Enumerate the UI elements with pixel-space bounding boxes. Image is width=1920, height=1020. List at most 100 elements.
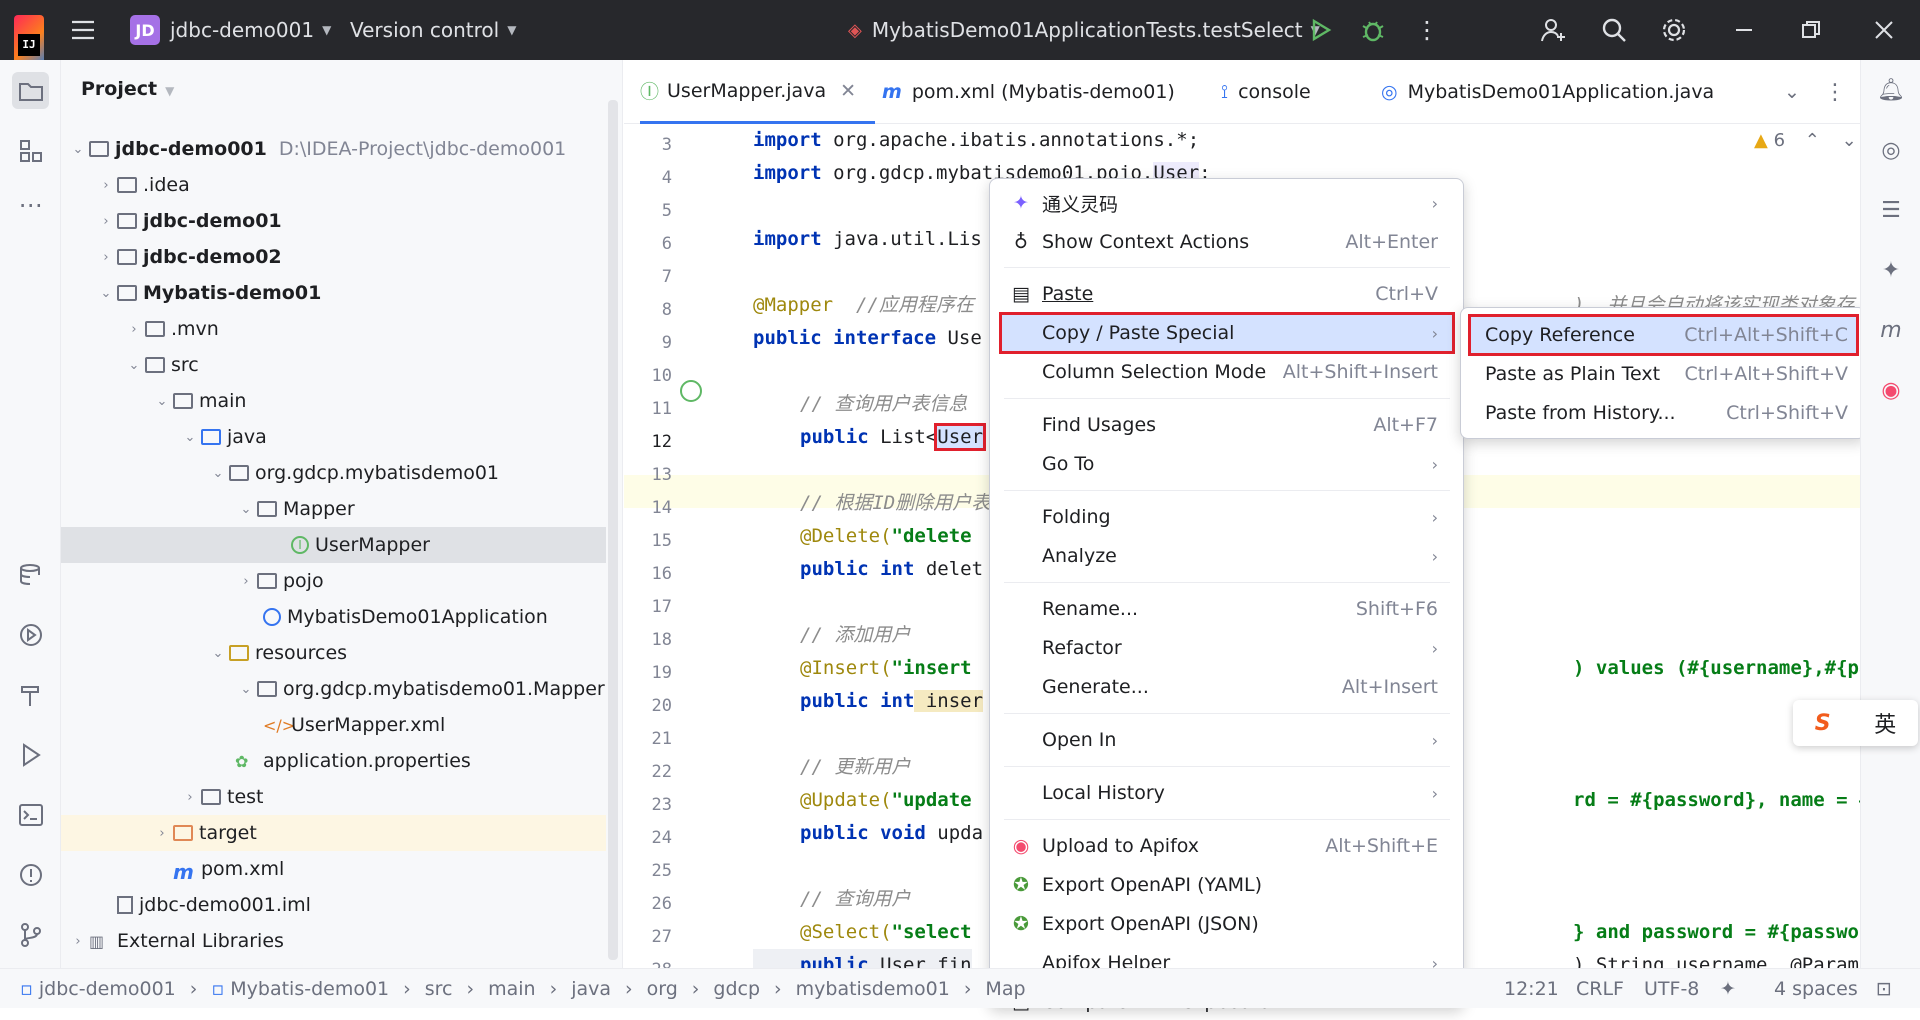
caret-position[interactable]: 12:21 [1504, 969, 1559, 1009]
menu-item-go-to[interactable]: Go To › [1002, 446, 1452, 482]
tongyi-icon[interactable]: ✦ [1875, 254, 1907, 286]
menu-item-folding[interactable]: Folding › [1002, 499, 1452, 535]
menu-item-paste[interactable]: ▤ Paste Ctrl+V [1002, 276, 1452, 312]
menu-item-analyze[interactable]: Analyze › [1002, 538, 1452, 574]
maven-icon[interactable]: m [1875, 314, 1907, 346]
project-switcher[interactable]: JD jdbc-demo001 ▼ [130, 0, 331, 60]
ai-assistant-icon[interactable]: ◎ [1875, 134, 1907, 166]
readonly-lock-icon[interactable]: ⊡ [1876, 969, 1892, 1009]
main-menu-button[interactable] [70, 0, 96, 60]
breadcrumb-item[interactable]: Mybatis-demo01 [230, 978, 389, 1000]
structure-tool-button[interactable] [12, 132, 49, 169]
run-config-selector[interactable]: ◈ MybatisDemo01ApplicationTests.testSele… [848, 0, 1320, 60]
breadcrumb-item[interactable]: gdcp [713, 978, 760, 1000]
tree-item[interactable]: ⌄ org.gdcp.mybatisdemo01 [61, 455, 606, 491]
restore-button[interactable] [1800, 0, 1822, 60]
tree-item[interactable]: ⌄ jdbc-demo001 D:\IDEA-Project\jdbc-demo00… [61, 131, 606, 167]
tab-application[interactable]: ◎ MybatisDemo01Application.java [1381, 60, 1714, 124]
debug-button[interactable] [1360, 0, 1386, 60]
tree-item[interactable]: › target [61, 815, 606, 851]
tabs-dropdown[interactable]: ⌄ [1784, 60, 1800, 124]
breadcrumb-item[interactable]: jdbc-demo001 [39, 978, 176, 1000]
breadcrumb-item[interactable]: Map [985, 978, 1025, 1000]
project-tool-button[interactable] [12, 72, 49, 109]
apifox-icon[interactable]: ◉ [1875, 374, 1907, 406]
git-tool-button[interactable] [12, 916, 49, 953]
tree-item[interactable]: ⌄ src [61, 347, 606, 383]
line-separator[interactable]: CRLF [1576, 969, 1624, 1009]
menu-item-column-selection[interactable]: Column Selection Mode Alt+Shift+Insert [1002, 354, 1452, 390]
notifications-icon[interactable]: 🔔︎ [1875, 74, 1907, 106]
services-tool-button[interactable] [12, 616, 49, 653]
menu-item-paste-plain-text[interactable]: Paste as Plain Text Ctrl+Alt+Shift+V [1471, 356, 1856, 392]
build-tool-button[interactable] [12, 676, 49, 713]
tree-item[interactable]: › test [61, 779, 606, 815]
database-icon[interactable]: ☰ [1875, 194, 1907, 226]
tree-item[interactable]: › jdbc-demo01 [61, 203, 606, 239]
run-button[interactable] [1310, 0, 1332, 60]
tab-pom[interactable]: m pom.xml (Mybatis-demo01) [882, 60, 1175, 124]
tree-item[interactable]: ⌄ resources [61, 635, 606, 671]
close-button[interactable] [1873, 0, 1895, 60]
menu-item-generate[interactable]: Generate... Alt+Insert [1002, 669, 1452, 705]
add-user-button[interactable] [1540, 0, 1568, 60]
tree-item[interactable]: MybatisDemo01Application [61, 599, 606, 635]
vcs-menu[interactable]: Version control ▼ [350, 0, 516, 60]
run-tool-button[interactable] [12, 736, 49, 773]
close-tab-icon[interactable]: ✕ [840, 80, 856, 102]
database-tool-button[interactable] [12, 556, 49, 593]
menu-item-export-yaml[interactable]: ✪ Export OpenAPI (YAML) [1002, 867, 1452, 903]
tree-item[interactable]: jdbc-demo001.iml [61, 887, 606, 923]
tree-item[interactable]: m pom.xml [61, 851, 606, 887]
menu-item-open-in[interactable]: Open In › [1002, 722, 1452, 758]
terminal-tool-button[interactable] [12, 796, 49, 833]
menu-item-copy-paste-special[interactable]: Copy / Paste Special › [999, 312, 1455, 354]
tree-scrollbar[interactable] [608, 100, 618, 960]
menu-item-show-context-actions[interactable]: ♁ Show Context Actions Alt+Enter [1002, 224, 1452, 260]
project-panel-header[interactable]: Project ▼ [81, 78, 174, 100]
breadcrumb-item[interactable]: org [647, 978, 678, 1000]
tree-item[interactable]: ⌄ Mybatis-demo01 [61, 275, 606, 311]
more-icon[interactable]: ⋮ [1415, 0, 1439, 60]
problems-tool-button[interactable] [12, 856, 49, 893]
tongyi-status-icon[interactable]: ✦ [1720, 969, 1736, 1009]
menu-item-export-json[interactable]: ✪ Export OpenAPI (JSON) [1002, 906, 1452, 942]
tree-item[interactable]: ✿ application.properties [61, 743, 606, 779]
minimize-button[interactable] [1733, 0, 1755, 60]
ime-indicator[interactable]: S 英 [1793, 700, 1918, 746]
tree-item[interactable]: › .mvn [61, 311, 606, 347]
tree-item[interactable]: ⌄ java [61, 419, 606, 455]
tree-item[interactable]: › .idea [61, 167, 606, 203]
chevron-down-icon: ▼ [507, 23, 517, 37]
tree-item[interactable]: ⌄ org.gdcp.mybatisdemo01.Mapper [61, 671, 606, 707]
tree-item[interactable]: ⌄ main [61, 383, 606, 419]
line-number: 6 [661, 234, 672, 254]
menu-item-paste-from-history[interactable]: Paste from History... Ctrl+Shift+V [1471, 395, 1856, 431]
menu-item-find-usages[interactable]: Find Usages Alt+F7 [1002, 407, 1452, 443]
tab-usermapper[interactable]: Ⓘ UserMapper.java ✕ [640, 60, 875, 124]
indent-setting[interactable]: 4 spaces [1774, 969, 1858, 1009]
tree-item[interactable]: ⌄ Mapper [61, 491, 606, 527]
tree-item[interactable]: </> UserMapper.xml [61, 707, 606, 743]
menu-item-local-history[interactable]: Local History › [1002, 775, 1452, 811]
tree-item[interactable]: › ▥ External Libraries [61, 923, 606, 959]
tree-item[interactable]: › jdbc-demo02 [61, 239, 606, 275]
file-encoding[interactable]: UTF-8 [1644, 969, 1699, 1009]
tabs-more-icon[interactable]: ⋮ [1824, 60, 1846, 124]
menu-item-upload-apifox[interactable]: ◉ Upload to Apifox Alt+Shift+E [1002, 828, 1452, 864]
tab-console[interactable]: ⟟ console [1221, 60, 1311, 124]
breadcrumb-item[interactable]: main [488, 978, 535, 1000]
menu-item-refactor[interactable]: Refactor › [1002, 630, 1452, 666]
tree-item[interactable]: › pojo [61, 563, 606, 599]
search-button[interactable] [1601, 0, 1627, 60]
more-tools-icon[interactable]: ⋯ [12, 186, 49, 223]
breadcrumb-item[interactable]: mybatisdemo01 [796, 978, 950, 1000]
menu-item-rename[interactable]: Rename... Shift+F6 [1002, 591, 1452, 627]
menu-item-tongyi[interactable]: ✦ 通义灵码 › [1002, 185, 1452, 221]
mybatis-gutter-icon[interactable] [680, 380, 702, 402]
breadcrumb-item[interactable]: java [571, 978, 611, 1000]
settings-button[interactable] [1660, 0, 1688, 60]
tree-item-selected[interactable]: I UserMapper [61, 527, 606, 563]
breadcrumb-item[interactable]: src [425, 978, 453, 1000]
menu-item-copy-reference[interactable]: Copy Reference Ctrl+Alt+Shift+C [1468, 314, 1859, 356]
